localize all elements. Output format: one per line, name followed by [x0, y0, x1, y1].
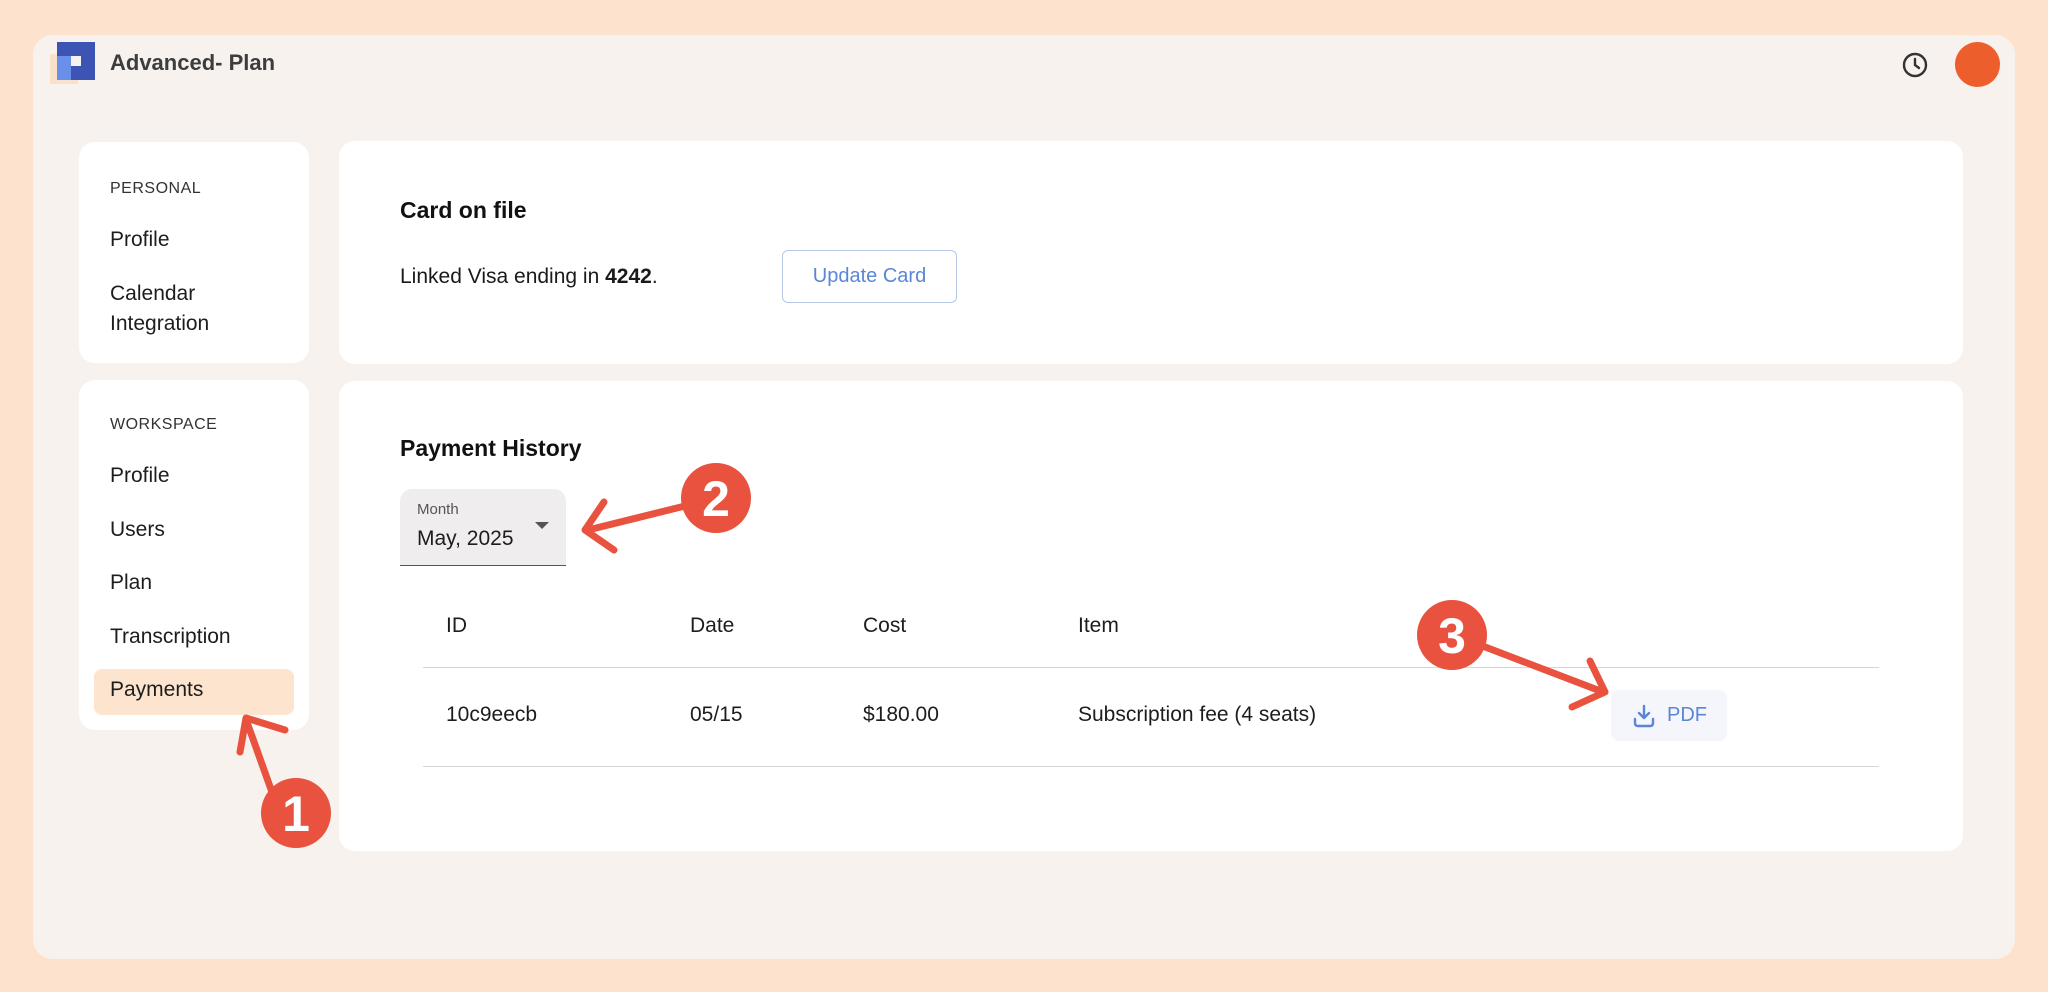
- sidebar-item-plan[interactable]: Plan: [94, 562, 294, 604]
- month-select[interactable]: Month May, 2025: [400, 489, 566, 566]
- sidebar-section-label: WORKSPACE: [110, 416, 218, 433]
- clock-icon[interactable]: [1899, 49, 1931, 81]
- sidebar-item-payments[interactable]: Payments: [94, 669, 294, 715]
- update-card-button[interactable]: Update Card: [782, 250, 957, 303]
- column-header-cost: Cost: [863, 614, 907, 637]
- sidebar-item-calendar-integration[interactable]: Calendar Integration: [94, 273, 294, 345]
- sidebar-item-users[interactable]: Users: [94, 509, 294, 551]
- table-header-divider: [423, 667, 1879, 668]
- row-cost: $180.00: [863, 703, 939, 726]
- download-pdf-button[interactable]: PDF: [1611, 690, 1727, 741]
- row-item: Subscription fee (4 seats): [1078, 703, 1317, 726]
- linked-card-suffix: .: [651, 265, 658, 288]
- caret-down-icon: [535, 522, 549, 529]
- sidebar-workspace-section: WORKSPACE Profile Users Plan Transcripti…: [79, 380, 309, 730]
- month-select-value: May, 2025: [417, 527, 514, 550]
- sidebar-item-transcription[interactable]: Transcription: [94, 616, 294, 658]
- linked-card-prefix: Linked Visa ending in: [400, 265, 606, 288]
- card-on-file-panel: Card on file Linked Visa ending in 4242.…: [339, 141, 1963, 364]
- month-select-label: Month: [417, 501, 459, 518]
- linked-card-text: Linked Visa ending in 4242.: [400, 265, 658, 289]
- download-pdf-label: PDF: [1667, 704, 1707, 726]
- sidebar-personal-section: PERSONAL Profile Calendar Integration: [79, 142, 309, 363]
- download-icon: [1633, 704, 1655, 727]
- card-on-file-title: Card on file: [400, 197, 527, 223]
- sidebar-section-label: PERSONAL: [110, 180, 202, 197]
- payment-history-title: Payment History: [400, 435, 582, 461]
- app-logo-icon[interactable]: [50, 40, 96, 88]
- column-header-date: Date: [690, 614, 735, 637]
- table-row-divider: [423, 766, 1879, 767]
- sidebar-item-workspace-profile[interactable]: Profile: [94, 455, 294, 497]
- card-last4: 4242: [605, 265, 652, 288]
- payment-history-panel: Payment History Month May, 2025 ID Date …: [339, 381, 1963, 851]
- column-header-item: Item: [1078, 614, 1119, 637]
- row-date: 05/15: [690, 703, 743, 726]
- plan-title: Advanced- Plan: [110, 50, 276, 75]
- sidebar-item-personal-profile[interactable]: Profile: [94, 219, 294, 261]
- row-id: 10c9eecb: [446, 703, 538, 726]
- user-avatar[interactable]: [1955, 42, 2000, 87]
- column-header-id: ID: [446, 614, 467, 637]
